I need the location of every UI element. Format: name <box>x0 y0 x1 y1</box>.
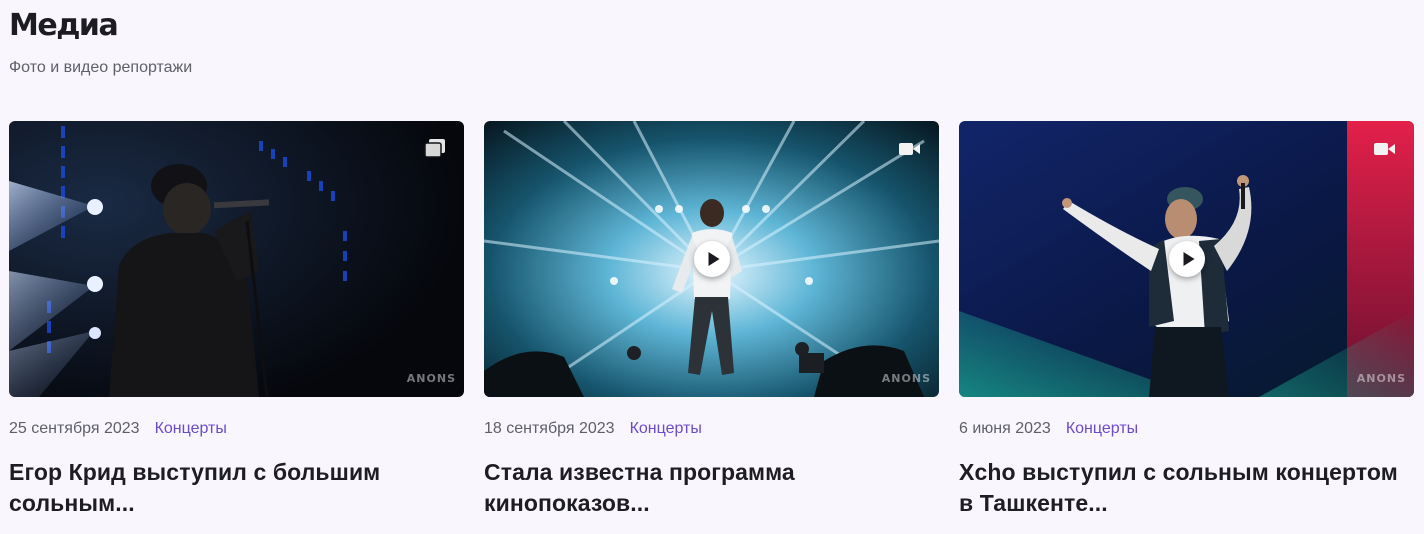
card-title[interactable]: Егор Крид выступил с большим сольным... <box>9 457 464 519</box>
card-title[interactable]: Xcho выступил с сольным концертом в Ташк… <box>959 457 1414 519</box>
card-date: 18 сентября 2023 <box>484 420 615 437</box>
media-card-list: ANONS 25 сентября 2023 Концерты Егор Кри… <box>9 121 1414 519</box>
card-thumbnail[interactable]: ANONS <box>959 121 1414 397</box>
card-category-link[interactable]: Концерты <box>1066 420 1138 438</box>
card-meta: 25 сентября 2023 Концерты <box>9 418 464 440</box>
media-card[interactable]: ANONS 25 сентября 2023 Концерты Егор Кри… <box>9 121 464 519</box>
play-button[interactable] <box>1168 241 1205 277</box>
card-thumbnail[interactable]: ANONS <box>9 121 464 397</box>
watermark: ANONS <box>881 372 931 385</box>
play-icon <box>708 252 719 266</box>
video-camera-icon <box>1374 143 1395 155</box>
card-meta: 18 сентября 2023 Концерты <box>484 418 939 440</box>
watermark: ANONS <box>1356 372 1406 385</box>
card-meta: 6 июня 2023 Концерты <box>959 418 1414 440</box>
gallery-icon <box>424 139 445 158</box>
concert-photo <box>9 121 464 397</box>
card-category-link[interactable]: Концерты <box>155 420 227 438</box>
card-category-link[interactable]: Концерты <box>630 420 702 438</box>
media-card[interactable]: ANONS 18 сентября 2023 Концерты Стала из… <box>484 121 939 519</box>
card-date: 25 сентября 2023 <box>9 420 140 437</box>
card-date: 6 июня 2023 <box>959 420 1051 437</box>
section-title: Медиа <box>9 8 119 43</box>
play-button[interactable] <box>693 241 730 277</box>
watermark: ANONS <box>406 372 456 385</box>
section-subtitle: Фото и видео репортажи <box>9 59 193 76</box>
card-title[interactable]: Стала известна программа кинопоказов... <box>484 457 939 519</box>
media-card[interactable]: ANONS 6 июня 2023 Концерты Xcho выступил… <box>959 121 1414 519</box>
video-camera-icon <box>899 143 920 155</box>
card-thumbnail[interactable]: ANONS <box>484 121 939 397</box>
play-icon <box>1183 252 1194 266</box>
